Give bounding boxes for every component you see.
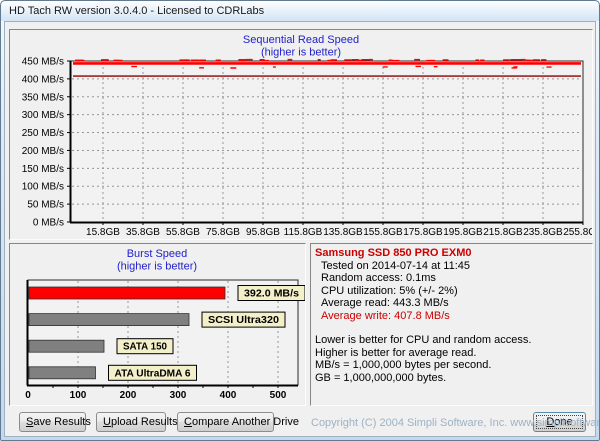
svg-text:500: 500 <box>270 390 287 401</box>
copyright-text: Copyright (C) 2004 Simpli Software, Inc.… <box>311 417 600 429</box>
compare-another-drive-button[interactable]: Compare Another Drive <box>177 412 274 432</box>
svg-text:392.0 MB/s: 392.0 MB/s <box>244 289 299 300</box>
note-line: Higher is better for average read. <box>315 347 588 360</box>
svg-text:255.8GB: 255.8GB <box>563 227 592 238</box>
svg-text:50 MB/s: 50 MB/s <box>27 200 64 211</box>
svg-text:SATA 150: SATA 150 <box>123 342 167 353</box>
svg-text:0 MB/s: 0 MB/s <box>33 218 64 229</box>
svg-text:300 MB/s: 300 MB/s <box>22 110 64 121</box>
svg-text:200 MB/s: 200 MB/s <box>22 146 64 157</box>
svg-text:200: 200 <box>120 390 137 401</box>
svg-text:ATA UltraDMA 6: ATA UltraDMA 6 <box>115 368 191 379</box>
drive-name: Samsung SSD 850 PRO EXM0 <box>315 247 588 260</box>
svg-text:175.8GB: 175.8GB <box>403 227 443 238</box>
client-area: Sequential Read Speed(higher is better)0… <box>4 21 596 437</box>
average-read-line: Average read: 443.3 MB/s <box>321 297 588 310</box>
burst-speed-chart: Burst Speed(higher is better) 0 100 200 300 4… <box>10 244 305 405</box>
save-results-button[interactable]: Save Results <box>19 412 86 432</box>
title-bar[interactable]: HD Tach RW version 3.0.4.0 - Licensed to… <box>1 1 599 21</box>
svg-text:75.8GB: 75.8GB <box>206 227 240 238</box>
svg-text:0: 0 <box>25 390 31 401</box>
svg-text:450 MB/s: 450 MB/s <box>22 57 64 68</box>
svg-text:15.8GB: 15.8GB <box>86 227 120 238</box>
info-notes: Lower is better for CPU and random acces… <box>315 334 588 384</box>
svg-text:195.8GB: 195.8GB <box>443 227 483 238</box>
svg-text:400: 400 <box>220 390 237 401</box>
upload-results-button[interactable]: Upload Results <box>96 412 166 432</box>
cpu-utilization-line: CPU utilization: 5% (+/- 2%) <box>321 285 588 298</box>
svg-text:250 MB/s: 250 MB/s <box>22 128 64 139</box>
tested-on-line: Tested on 2014-07-14 at 11:45 <box>321 260 588 273</box>
svg-text:400 MB/s: 400 MB/s <box>22 74 64 85</box>
average-write-line: Average write: 407.8 MB/s <box>321 310 588 323</box>
svg-text:100: 100 <box>70 390 87 401</box>
sequential-read-speed-chart: Sequential Read Speed(higher is better) 0… <box>10 30 592 239</box>
app-window: HD Tach RW version 3.0.4.0 - Licensed to… <box>0 0 600 441</box>
note-line: Lower is better for CPU and random acces… <box>315 334 588 347</box>
random-access-line: Random access: 0.1ms <box>321 272 588 285</box>
svg-text:(higher is better): (higher is better) <box>117 261 197 273</box>
svg-text:115.8GB: 115.8GB <box>284 227 323 238</box>
note-line: GB = 1,000,000,000 bytes. <box>315 372 588 385</box>
sequential-read-speed-panel: Sequential Read Speed(higher is better) 0… <box>9 29 593 240</box>
window-title: HD Tach RW version 3.0.4.0 - Licensed to… <box>1 1 599 21</box>
svg-text:300: 300 <box>170 390 187 401</box>
svg-text:55.8GB: 55.8GB <box>166 227 200 238</box>
svg-text:(higher is better): (higher is better) <box>261 47 341 59</box>
svg-text:135.8GB: 135.8GB <box>323 227 363 238</box>
svg-text:SCSI Ultra320: SCSI Ultra320 <box>208 315 279 326</box>
svg-text:35.8GB: 35.8GB <box>126 227 160 238</box>
svg-text:350 MB/s: 350 MB/s <box>22 92 64 103</box>
svg-text:Burst Speed: Burst Speed <box>127 248 188 260</box>
svg-text:235.8GB: 235.8GB <box>523 227 563 238</box>
svg-text:150 MB/s: 150 MB/s <box>22 164 64 175</box>
svg-text:100 MB/s: 100 MB/s <box>22 182 64 193</box>
burst-speed-panel: Burst Speed(higher is better) 0 100 200 300 4… <box>9 243 306 406</box>
note-line: MB/s = 1,000,000 bytes per second. <box>315 359 588 372</box>
svg-text:155.8GB: 155.8GB <box>363 227 403 238</box>
drive-info-panel: Samsung SSD 850 PRO EXM0 Tested on 2014-… <box>310 243 593 406</box>
svg-text:215.8GB: 215.8GB <box>483 227 523 238</box>
svg-text:Sequential Read Speed: Sequential Read Speed <box>243 34 359 46</box>
svg-text:95.8GB: 95.8GB <box>246 227 280 238</box>
